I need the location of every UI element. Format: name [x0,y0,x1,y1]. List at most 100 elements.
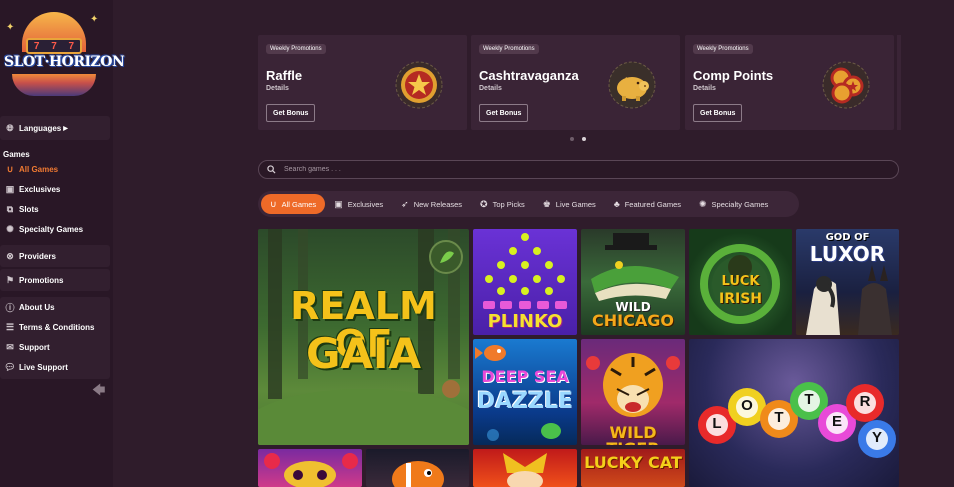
lottery-letter: E [831,413,842,430]
sidebar-item-specialty-games[interactable]: ✺ Specialty Games [0,219,110,239]
get-bonus-button[interactable]: Get Bonus [693,104,743,122]
game-title: DEEP SEA [481,367,569,386]
sidebar-games-heading: Games [3,150,30,159]
sidebar-item-all-games[interactable]: ∪ All Games [0,159,110,179]
brand-wordmark: SLOT·HORIZON [4,54,125,70]
promo-card-cashtravaganza[interactable]: Weekly Promotions Cashtravaganza Details… [471,35,680,130]
tab-featured-games[interactable]: ♣ Featured Games [605,194,690,214]
promo-card-next-peek [897,35,901,130]
game-title: LUXOR [809,242,886,266]
game-tile-god-of-luxor[interactable]: GOD OF LUXOR [796,229,899,335]
chat-icon: 💬︎ [4,361,16,372]
tab-specialty-games[interactable]: ✺ Specialty Games [690,194,777,214]
horseshoe-icon: ∪ [6,163,14,174]
raffle-star-icon [395,61,443,109]
game-title: PLINKO [487,311,563,332]
game-tile-jester[interactable] [473,449,577,487]
sidebar-item-slots[interactable]: ⧉ Slots [0,199,110,219]
get-bonus-button[interactable]: Get Bonus [479,104,529,122]
promo-details-link[interactable]: Details [693,85,716,92]
tab-label: New Releases [413,199,463,209]
lottery-balls [698,382,896,458]
sidebar: ✦ ✦ 777 SLOT·HORIZON 🌐︎ Languages ▶ Game… [0,0,125,487]
game-tile-masquerade[interactable] [258,449,362,487]
tab-label: All Games [281,199,317,209]
sparkle-icon: ✦ [6,22,15,33]
tab-top-picks[interactable]: ✪ Top Picks [471,194,534,214]
carousel-pagination [570,137,586,141]
game-category-tabs: ∪ All Games ▣ Exclusives ➶ New Releases ✪ To… [258,191,799,217]
tab-label: Featured Games [624,199,681,209]
promo-title: Comp Points [693,68,774,83]
tab-exclusives[interactable]: ▣ Exclusives [325,194,392,214]
tab-label: Top Picks [492,199,525,209]
sidebar-item-label: Support [19,342,50,352]
brand-logo[interactable]: ✦ ✦ 777 SLOT·HORIZON [4,8,125,104]
sidebar-item-live-support[interactable]: 💬︎ Live Support [0,357,110,377]
game-title: LUCK [721,274,760,289]
sidebar-item-label: About Us [19,302,55,312]
slots-icon: ⧉ [6,203,14,214]
search-input[interactable] [284,166,874,173]
sidebar-item-label: Slots [19,204,39,214]
carousel-dot[interactable] [570,137,574,141]
game-tile-clownfish[interactable] [366,449,469,487]
sidebar-item-label: Promotions [19,275,64,285]
sidebar-item-label: Specialty Games [19,224,84,234]
lottery-letter: R [859,393,871,410]
game-tile-wild-tiger[interactable]: WILD TIGER [581,339,685,445]
search-bar[interactable] [258,160,899,179]
promo-details-link[interactable]: Details [266,85,289,92]
game-tile-luck-irish[interactable]: LUCK IRISH [689,229,792,335]
game-tile-realm-of-gaia[interactable]: REALM OF GAIA [258,229,469,445]
sidebar-item-label: Providers [19,251,56,261]
sidebar-item-exclusives[interactable]: ▣ Exclusives [0,179,110,199]
promo-title: Cashtravaganza [479,68,579,83]
specialty-icon: ✺ [6,223,14,234]
rocket-icon: ➶ [401,198,409,209]
horseshoe-icon: ∪ [270,198,277,209]
game-title: GAIA [305,329,422,378]
sidebar-item-promotions[interactable]: ⚑ Promotions [0,269,110,291]
sidebar-item-providers[interactable]: ⊗ Providers [0,245,110,267]
promo-tag: Weekly Promotions [693,44,753,54]
promo-details-link[interactable]: Details [479,85,502,92]
game-tile-lottery[interactable]: L O T T E R Y [689,339,899,487]
document-icon: ☰ [5,321,15,332]
dealer-icon: ♚ [542,198,551,209]
promo-card-comp-points[interactable]: Weekly Promotions Comp Points Details Ge… [685,35,894,130]
coins-icon [822,61,870,109]
promo-tag: Weekly Promotions [479,44,539,54]
mask-art [264,453,358,487]
game-tile-plinko[interactable]: PLINKO [473,229,577,335]
globe-icon: 🌐︎ [6,122,14,133]
sparkle-icon: ✦ [90,14,99,25]
game-title: LUCKY CAT [584,453,682,472]
sidebar-item-label: Exclusives [19,184,61,194]
game-title: WILD TIGER [606,423,659,446]
get-bonus-button[interactable]: Get Bonus [266,104,316,122]
promo-tag: Weekly Promotions [266,44,326,54]
sidebar-item-about-us[interactable]: ⓘ About Us [0,297,110,317]
game-tile-wild-chicago[interactable]: WILD CHICAGO [581,229,685,335]
game-tile-lucky-cat[interactable]: LUCKY CAT [581,449,685,487]
sidebar-item-label: Terms & Conditions [19,322,95,332]
gift-icon: ⚑ [5,274,15,285]
carousel-dot-active[interactable] [582,137,586,141]
sidebar-item-label: All Games [19,164,59,174]
sidebar-item-terms[interactable]: ☰ Terms & Conditions [0,317,110,337]
game-tile-deep-sea-dazzle[interactable]: DEEP SEA DAZZLE [473,339,577,445]
piggy-bank-icon [608,61,656,109]
collapse-sidebar-icon[interactable]: 🡄 [92,383,106,396]
tab-all-games[interactable]: ∪ All Games [261,194,326,214]
sidebar-languages[interactable]: 🌐︎ Languages ▶ [0,116,110,140]
tab-label: Specialty Games [711,199,769,209]
promo-card-raffle[interactable]: Weekly Promotions Raffle Details Get Bon… [258,35,467,130]
sidebar-item-support[interactable]: ✉ Support [0,337,110,357]
sidebar-languages-label: Languages [19,123,62,133]
jester-art [503,453,547,487]
tab-new-releases[interactable]: ➶ New Releases [392,194,471,214]
lottery-letter: Y [871,429,882,446]
lottery-letter: O [741,397,753,414]
tab-live-games[interactable]: ♚ Live Games [534,194,605,214]
